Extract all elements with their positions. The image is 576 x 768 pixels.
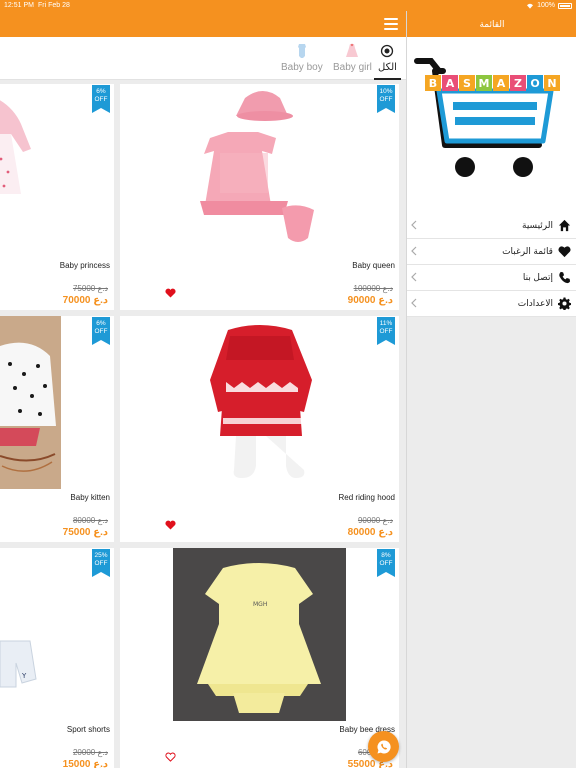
- discount-badge: 25% OFF: [92, 549, 110, 577]
- svg-text:S: S: [463, 77, 471, 90]
- product-new-price: 70000 د.ع: [62, 295, 108, 306]
- svg-text:N: N: [547, 77, 556, 90]
- product-photo-red-dress: [210, 325, 312, 478]
- discount-badge: 11% OFF: [377, 317, 395, 345]
- product-name: Baby kitten: [70, 493, 110, 502]
- product-name: Sport shorts: [66, 725, 110, 734]
- battery-percent: 100%: [537, 2, 555, 9]
- product-name: Red riding hood: [338, 493, 395, 502]
- side-menu: القائمة B A S M A Z O N الرئيسية قائمة ا…: [406, 0, 576, 768]
- status-bar: 12:51 PM Fri Feb 28 100%: [0, 0, 576, 11]
- chevron-left-icon: [411, 220, 417, 230]
- tab-all-label: الكل: [378, 62, 397, 73]
- menu-item-label: الاعدادات: [517, 298, 553, 308]
- svg-text:Y: Y: [21, 672, 27, 680]
- top-bar: [0, 11, 406, 37]
- svg-text:A: A: [446, 77, 455, 90]
- favorite-heart-outline-icon[interactable]: [165, 752, 176, 762]
- product-photo-polka-dress: [0, 316, 61, 489]
- tab-baby-girl[interactable]: Baby girl: [333, 43, 372, 73]
- status-date: Fri Feb 28: [38, 2, 70, 9]
- product-photo-princess-dress: [0, 100, 31, 194]
- svg-text:B: B: [429, 77, 437, 90]
- whatsapp-icon: [377, 739, 391, 753]
- product-old-price: 90000 د.ع: [357, 516, 393, 525]
- category-tabs: الكل Baby girl Baby boy: [0, 37, 406, 80]
- product-photo-yellow-dress: MGH: [173, 548, 346, 721]
- svg-text:O: O: [530, 77, 539, 90]
- side-menu-list: الرئيسية قائمة الرغبات إتصل بنا الاعدادا…: [407, 213, 576, 317]
- svg-text:MGH: MGH: [253, 601, 267, 608]
- discount-badge: 6% OFF: [92, 317, 110, 345]
- menu-item-contact[interactable]: إتصل بنا: [407, 265, 576, 291]
- product-new-price: 90000 د.ع: [347, 295, 393, 306]
- chevron-left-icon: [411, 246, 417, 256]
- product-old-price: 75000 د.ع: [72, 284, 108, 293]
- home-icon: [558, 219, 571, 232]
- main-panel: الكل Baby girl Baby boy 10% OFF Baby quee…: [0, 0, 406, 768]
- whatsapp-button[interactable]: [368, 731, 399, 762]
- discount-badge: 6% OFF: [92, 85, 110, 113]
- menu-item-label: الرئيسية: [522, 220, 553, 230]
- svg-text:A: A: [497, 77, 506, 90]
- tab-all[interactable]: الكل: [374, 43, 401, 80]
- product-new-price: 80000 د.ع: [347, 527, 393, 538]
- phone-icon: [559, 271, 571, 284]
- product-photo-shorts: Y: [0, 640, 37, 688]
- discount-badge: 10% OFF: [377, 85, 395, 113]
- menu-item-home[interactable]: الرئيسية: [407, 213, 576, 239]
- product-card-red-riding-hood[interactable]: 11% OFF Red riding hood 90000 د.ع 80000 د…: [120, 316, 399, 542]
- menu-item-settings[interactable]: الاعدادات: [407, 291, 576, 317]
- favorite-heart-icon[interactable]: [165, 288, 176, 298]
- gear-icon: [558, 297, 571, 310]
- discount-badge: 8% OFF: [377, 549, 395, 577]
- baby-boy-onesie-icon: [297, 44, 306, 58]
- product-name: Baby queen: [352, 261, 395, 270]
- product-old-price: 20000 د.ع: [72, 748, 108, 757]
- heart-icon: [558, 246, 571, 258]
- product-old-price: 80000 د.ع: [72, 516, 108, 525]
- hamburger-menu-icon[interactable]: [384, 18, 398, 30]
- product-name: Baby princess: [59, 261, 110, 270]
- product-card-baby-queen[interactable]: 10% OFF Baby queen 100000 د.ع 90000 د.ع: [120, 84, 399, 310]
- tab-baby-boy[interactable]: Baby boy: [281, 43, 323, 73]
- product-card-baby-kitten[interactable]: 6% OFF Baby kitten 80000 د.ع 75000 د.ع: [0, 316, 114, 542]
- chevron-left-icon: [411, 298, 417, 308]
- product-new-price: 15000 د.ع: [62, 759, 108, 768]
- menu-item-label: إتصل بنا: [522, 272, 553, 282]
- product-card-baby-bee-dress[interactable]: MGH 8%OFF Baby bee dress 60000 د.ع 55000…: [120, 548, 399, 768]
- product-card-sport-shorts[interactable]: Y 25% OFF Sport shorts 20000 د.ع 15000 د.…: [0, 548, 114, 768]
- logo-area: B A S M A Z O N: [407, 37, 576, 213]
- svg-text:M: M: [479, 77, 490, 90]
- product-photo-pink-dress: [200, 91, 314, 242]
- menu-item-label: قائمة الرغبات: [502, 246, 553, 256]
- status-battery: 100%: [526, 2, 572, 9]
- wifi-icon: [527, 3, 534, 9]
- favorite-heart-icon[interactable]: [165, 520, 176, 530]
- chevron-left-icon: [411, 272, 417, 282]
- status-time: 12:51 PM: [4, 2, 34, 9]
- tab-baby-girl-label: Baby girl: [333, 62, 372, 73]
- side-menu-title: القائمة: [407, 11, 576, 37]
- baby-girl-dress-icon: [346, 43, 359, 57]
- battery-icon: [558, 2, 572, 9]
- tab-baby-boy-label: Baby boy: [281, 62, 323, 73]
- product-new-price: 75000 د.ع: [62, 527, 108, 538]
- basmazon-logo: B A S M A Z O N: [414, 58, 560, 177]
- product-old-price: 100000 د.ع: [353, 284, 393, 293]
- menu-item-wishlist[interactable]: قائمة الرغبات: [407, 239, 576, 265]
- svg-text:Z: Z: [514, 77, 522, 90]
- product-card-baby-princess[interactable]: 6% OFF Baby princess 75000 د.ع 70000 د.ع: [0, 84, 114, 310]
- target-icon: [381, 44, 394, 58]
